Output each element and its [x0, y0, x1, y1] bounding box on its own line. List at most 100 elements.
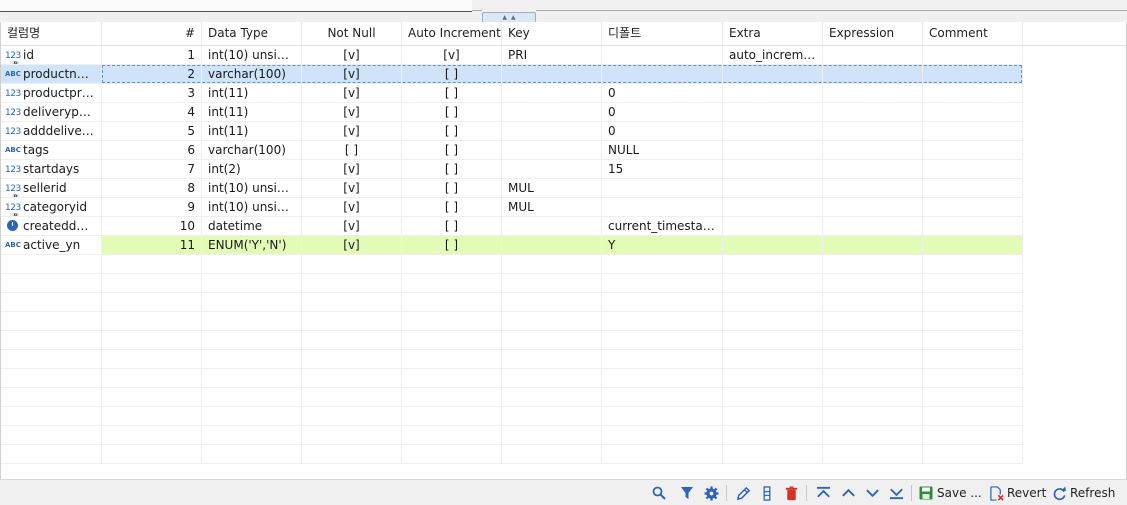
column-header-not-null[interactable]: Not Null — [302, 22, 402, 45]
cell-comment[interactable] — [923, 46, 1023, 65]
cell-auto-increment[interactable]: [ ] — [402, 103, 502, 122]
cell-default[interactable]: 15 — [602, 160, 723, 179]
cell-data-type[interactable]: int(11) — [202, 84, 302, 103]
cell-auto-increment[interactable]: [ ] — [402, 217, 502, 236]
cell-key[interactable] — [502, 236, 602, 255]
cell-extra[interactable]: auto_increment — [723, 46, 823, 65]
column-header-data-type[interactable]: Data Type — [202, 22, 302, 45]
cell-key[interactable] — [502, 122, 602, 141]
cell-num[interactable]: 7 — [102, 160, 202, 179]
cell-comment[interactable] — [923, 217, 1023, 236]
cell-default[interactable]: Y — [602, 236, 723, 255]
cell-data-type[interactable]: int(2) — [202, 160, 302, 179]
cell-default[interactable]: NULL — [602, 141, 723, 160]
cell-name[interactable]: ABC productname — [1, 65, 102, 84]
cell-key[interactable] — [502, 141, 602, 160]
cell-default[interactable]: 0 — [602, 84, 723, 103]
cell-num[interactable]: 10 — [102, 217, 202, 236]
cell-auto-increment[interactable]: [ ] — [402, 141, 502, 160]
refresh-button[interactable]: Refresh — [1051, 484, 1115, 502]
cell-expression[interactable] — [823, 198, 923, 217]
cell-expression[interactable] — [823, 179, 923, 198]
cell-key[interactable] — [502, 217, 602, 236]
search-button[interactable] — [651, 484, 667, 502]
table-row[interactable]: 123 Rid 1 int(10) unsigned [v] [v] PRI auto_inc… — [1, 46, 1126, 65]
cell-extra[interactable] — [723, 160, 823, 179]
cell-default[interactable]: current_timestamp() — [602, 217, 723, 236]
table-row[interactable]: 123 productprice 3 int(11) [v][ ] 0 — [1, 84, 1126, 103]
cell-key[interactable] — [502, 84, 602, 103]
cell-auto-increment[interactable]: [ ] — [402, 160, 502, 179]
cell-not-null[interactable]: [v] — [302, 236, 402, 255]
cell-expression[interactable] — [823, 65, 923, 84]
cell-num[interactable]: 6 — [102, 141, 202, 160]
table-row[interactable]: 123 adddelivery… 5 int(11) [v][ ] 0 — [1, 122, 1126, 141]
cell-auto-increment[interactable]: [v] — [402, 46, 502, 65]
column-header-comment[interactable]: Comment — [923, 22, 1023, 45]
cell-key[interactable] — [502, 103, 602, 122]
cell-extra[interactable] — [723, 198, 823, 217]
cell-comment[interactable] — [923, 122, 1023, 141]
delete-button[interactable] — [783, 484, 799, 502]
cell-auto-increment[interactable]: [ ] — [402, 179, 502, 198]
cell-comment[interactable] — [923, 160, 1023, 179]
cell-auto-increment[interactable]: [ ] — [402, 198, 502, 217]
cell-default[interactable] — [602, 65, 723, 84]
cell-not-null[interactable]: [v] — [302, 65, 402, 84]
cell-extra[interactable] — [723, 84, 823, 103]
cell-default[interactable] — [602, 46, 723, 65]
cell-expression[interactable] — [823, 160, 923, 179]
cell-not-null[interactable]: [v] — [302, 103, 402, 122]
cell-default[interactable] — [602, 198, 723, 217]
cell-comment[interactable] — [923, 198, 1023, 217]
cell-name[interactable]: 123 Rid — [1, 46, 102, 65]
cell-name[interactable]: 123 adddelivery… — [1, 122, 102, 141]
cell-extra[interactable] — [723, 179, 823, 198]
cell-key[interactable] — [502, 65, 602, 84]
cell-auto-increment[interactable]: [ ] — [402, 236, 502, 255]
cell-comment[interactable] — [923, 84, 1023, 103]
move-top-button[interactable] — [815, 484, 831, 502]
column-header-extra[interactable]: Extra — [723, 22, 823, 45]
cell-data-type[interactable]: int(11) — [202, 122, 302, 141]
column-button[interactable] — [759, 484, 775, 502]
cell-not-null[interactable]: [v] — [302, 198, 402, 217]
cell-key[interactable]: PRI — [502, 46, 602, 65]
cell-data-type[interactable]: int(10) unsigned — [202, 46, 302, 65]
table-row[interactable]: ABC tags 6 varchar(100)[ ][ ] NULL — [1, 141, 1126, 160]
revert-button[interactable]: Revert — [988, 484, 1046, 502]
table-row[interactable]: 123 Rcategoryid 9 int(10) unsigned [v][ ] MUL — [1, 198, 1126, 217]
column-header-num[interactable]: # — [102, 22, 202, 45]
table-row[interactable]: ABC active_yn 11 ENUM('Y','N') [v][ ] Y — [1, 236, 1126, 255]
table-row[interactable]: 123 startdays 7 int(2) [v][ ] 15 — [1, 160, 1126, 179]
cell-comment[interactable] — [923, 179, 1023, 198]
cell-name[interactable]: ABC active_yn — [1, 236, 102, 255]
cell-comment[interactable] — [923, 103, 1023, 122]
column-header-expression[interactable]: Expression — [823, 22, 923, 45]
cell-auto-increment[interactable]: [ ] — [402, 122, 502, 141]
column-header-key[interactable]: Key — [502, 22, 602, 45]
cell-not-null[interactable]: [v] — [302, 179, 402, 198]
cell-auto-increment[interactable]: [ ] — [402, 65, 502, 84]
table-row[interactable]: 123 Rsellerid 8 int(10) unsigned [v][ ] MUL — [1, 179, 1126, 198]
move-bottom-button[interactable] — [888, 484, 904, 502]
cell-extra[interactable] — [723, 65, 823, 84]
cell-data-type[interactable]: datetime — [202, 217, 302, 236]
cell-comment[interactable] — [923, 236, 1023, 255]
settings-button[interactable] — [703, 484, 719, 502]
cell-expression[interactable] — [823, 46, 923, 65]
cell-key[interactable] — [502, 160, 602, 179]
cell-name[interactable]: 123 deliveryprice — [1, 103, 102, 122]
cell-name[interactable]: 123 startdays — [1, 160, 102, 179]
cell-num[interactable]: 2 — [102, 65, 202, 84]
cell-num[interactable]: 9 — [102, 198, 202, 217]
cell-not-null[interactable]: [v] — [302, 84, 402, 103]
cell-num[interactable]: 11 — [102, 236, 202, 255]
move-up-button[interactable] — [840, 484, 856, 502]
cell-num[interactable]: 4 — [102, 103, 202, 122]
cell-comment[interactable] — [923, 65, 1023, 84]
cell-name[interactable]: ABC tags — [1, 141, 102, 160]
column-header-name[interactable]: 컬럼명 — [1, 22, 102, 45]
cell-extra[interactable] — [723, 141, 823, 160]
cell-default[interactable]: 0 — [602, 122, 723, 141]
